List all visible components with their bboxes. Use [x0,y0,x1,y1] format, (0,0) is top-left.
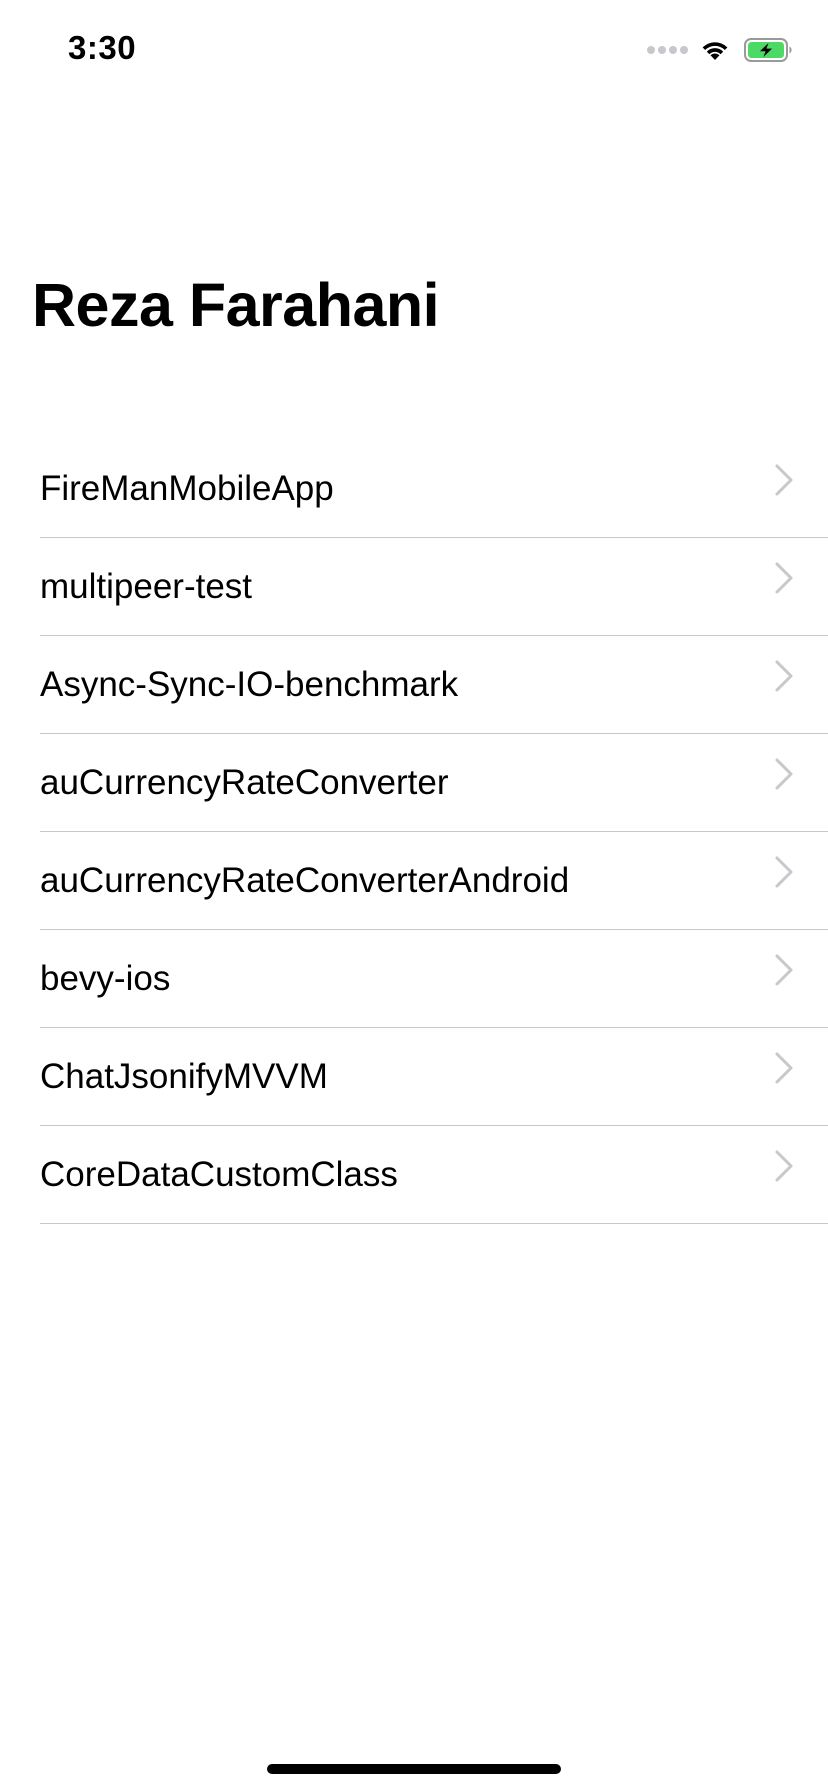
list-item[interactable]: auCurrencyRateConverterAndroid [0,832,828,930]
chevron-right-icon [775,1052,793,1084]
list-item[interactable]: bevy-ios [0,930,828,1028]
list-item[interactable]: auCurrencyRateConverter [0,734,828,832]
status-time: 3:30 [68,29,137,66]
battery-charging-icon [744,38,792,62]
list-item-label: Async-Sync-IO-benchmark [40,665,459,704]
list-item-label: auCurrencyRateConverterAndroid [40,861,570,900]
chevron-right-icon [775,660,793,692]
status-bar: 3:30 [0,0,828,100]
list-item-label: multipeer-test [40,567,253,606]
list-item-label: CoreDataCustomClass [40,1155,398,1194]
chevron-right-icon [775,758,793,790]
list-item[interactable]: multipeer-test [0,538,828,636]
chevron-right-icon [775,1150,793,1182]
status-icons [647,36,794,64]
list-item-label: bevy-ios [40,959,171,998]
chevron-right-icon [775,954,793,986]
page-title: Reza Farahani [32,270,440,339]
cellular-signal-icon [647,46,688,54]
list-item-label: auCurrencyRateConverter [40,763,449,802]
list-item[interactable]: CoreDataCustomClass [0,1126,828,1224]
list-item[interactable]: FireManMobileApp [0,440,828,538]
list-item[interactable]: Async-Sync-IO-benchmark [0,636,828,734]
chevron-right-icon [775,464,793,496]
home-indicator[interactable] [267,1764,561,1774]
chevron-right-icon [775,562,793,594]
list-item-label: FireManMobileApp [40,469,334,508]
wifi-icon [702,42,728,60]
list-item-label: ChatJsonifyMVVM [40,1057,328,1096]
chevron-right-icon [775,856,793,888]
repository-list: FireManMobileApp multipeer-test Async-Sy… [0,440,828,1224]
list-item[interactable]: ChatJsonifyMVVM [0,1028,828,1126]
